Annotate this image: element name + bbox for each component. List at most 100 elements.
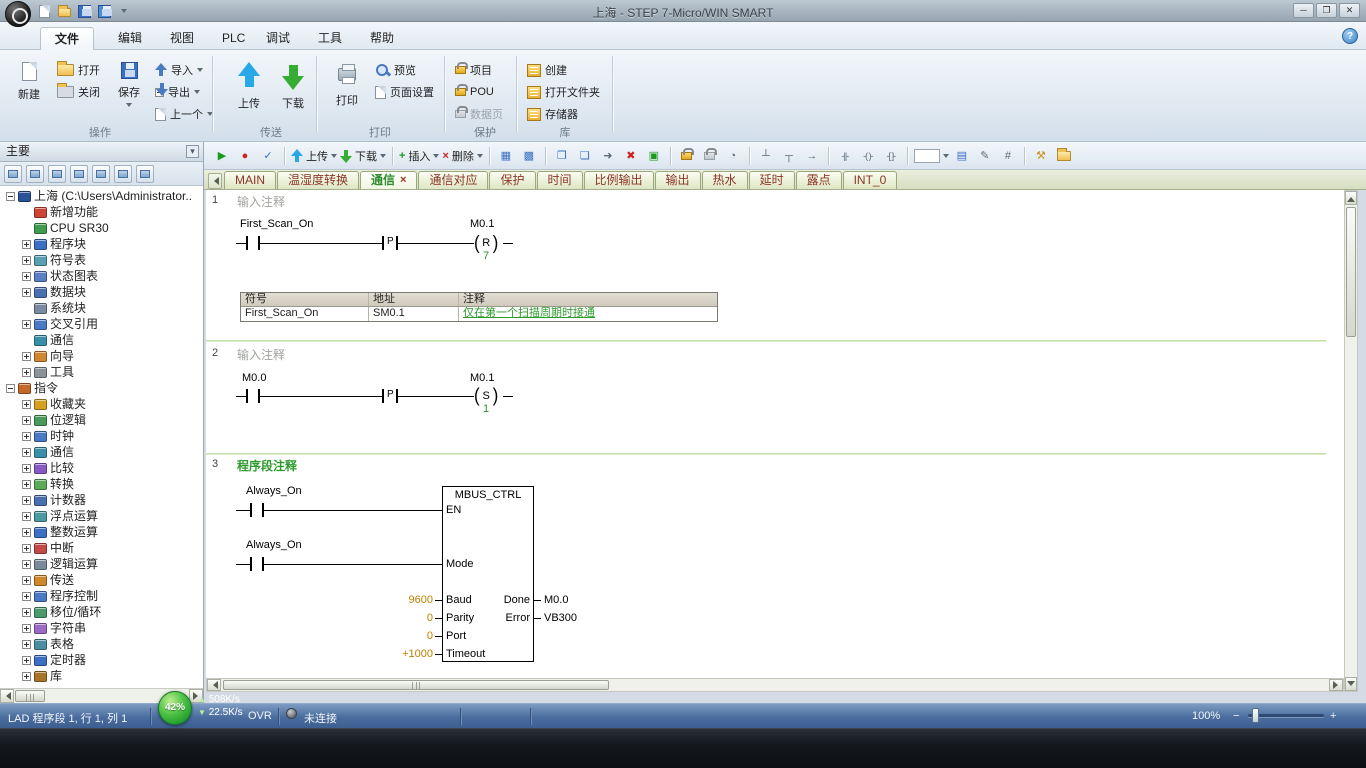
tree-item-data-block[interactable]: 数据块	[0, 284, 203, 300]
tree-item-status-chart[interactable]: 状态图表	[0, 268, 203, 284]
close-project-button[interactable]: 关闭	[54, 82, 103, 102]
expander-icon[interactable]	[22, 240, 31, 249]
expander-icon[interactable]	[22, 256, 31, 265]
stop-icon[interactable]: ●	[235, 146, 255, 166]
library-create-button[interactable]: 创建	[524, 60, 570, 80]
nav-system-icon[interactable]	[92, 165, 110, 183]
protect-project-button[interactable]: 项目	[452, 60, 495, 80]
symbol-info-icon[interactable]: #	[998, 146, 1018, 166]
contact-symbol[interactable]	[246, 389, 248, 403]
doc-tab-time[interactable]: 时间	[537, 171, 583, 189]
doc-tab-comm-mapping[interactable]: 通信对应	[418, 171, 488, 189]
tree-item-convert[interactable]: 转换	[0, 476, 203, 492]
expander-icon[interactable]	[22, 656, 31, 665]
expander-icon[interactable]	[22, 544, 31, 553]
speed-ball-badge[interactable]: 42%	[158, 691, 192, 725]
doc-tab-dew-point[interactable]: 露点	[796, 171, 842, 189]
tab-help[interactable]: 帮助	[356, 27, 408, 50]
contact-symbol[interactable]	[250, 557, 252, 571]
scroll-right-icon[interactable]	[1329, 679, 1343, 691]
expander-icon[interactable]	[22, 496, 31, 505]
tree-item-libraries[interactable]: 库	[0, 668, 203, 684]
doc-tab-int0[interactable]: INT_0	[843, 171, 898, 189]
expander-icon[interactable]	[22, 272, 31, 281]
network-comment[interactable]: 输入注释	[237, 346, 285, 363]
tree-item-comm-instr[interactable]: 通信	[0, 444, 203, 460]
nav-data-icon[interactable]	[70, 165, 88, 183]
protect-pou-button[interactable]: POU	[452, 82, 497, 102]
tree-item-compare[interactable]: 比较	[0, 460, 203, 476]
insert-coil-icon[interactable]: -( )-	[858, 146, 878, 166]
import-button[interactable]: 导入	[152, 60, 206, 80]
zoom-slider-thumb[interactable]	[1252, 708, 1259, 723]
expander-icon[interactable]	[22, 416, 31, 425]
tree-item-integer-math[interactable]: 整数运算	[0, 524, 203, 540]
editor-horizontal-scrollbar[interactable]	[206, 678, 1344, 692]
zoom-out-icon[interactable]: −	[1233, 710, 1239, 722]
insert-button[interactable]: +插入	[399, 146, 439, 166]
scroll-down-icon[interactable]	[1345, 677, 1357, 691]
zoom-slider-track[interactable]	[1248, 714, 1324, 717]
symbol-table-row[interactable]: First_Scan_On SM0.1 仅在第一个扫描周期时接通	[241, 307, 717, 321]
help-icon[interactable]: ?	[1342, 28, 1358, 44]
coil-operand[interactable]: M0.1	[470, 372, 494, 384]
expander-icon[interactable]	[22, 512, 31, 521]
expander-icon[interactable]	[22, 592, 31, 601]
tree-item-favorites[interactable]: 收藏夹	[0, 396, 203, 412]
doc-tab-temp-humidity[interactable]: 温湿度转换	[277, 171, 359, 189]
library-memory-button[interactable]: 存储器	[524, 104, 581, 124]
contact-operand[interactable]: First_Scan_On	[240, 218, 313, 230]
bookmark-icon[interactable]: ▦	[496, 146, 516, 166]
tree-item-timers[interactable]: 定时器	[0, 652, 203, 668]
apply-icon[interactable]: ▣	[644, 146, 664, 166]
p-contact-letter[interactable]: P	[386, 389, 395, 400]
p-contact-letter[interactable]: P	[386, 236, 395, 247]
pin-icon[interactable]: ▾	[186, 145, 199, 158]
doc-tab-communication[interactable]: 通信×	[360, 171, 417, 189]
expander-icon[interactable]	[22, 640, 31, 649]
print-button[interactable]: 打印	[324, 56, 370, 122]
delete-button[interactable]: ×删除	[442, 146, 482, 166]
expander-icon[interactable]	[22, 432, 31, 441]
tree-item-wizard[interactable]: 向导	[0, 348, 203, 364]
nav-program-icon[interactable]	[4, 165, 22, 183]
close-button[interactable]: ✕	[1339, 3, 1360, 18]
network-comment[interactable]: 输入注释	[237, 193, 285, 210]
expander-icon[interactable]	[22, 560, 31, 569]
protect-datapage-button[interactable]: 数据页	[452, 104, 506, 124]
tree-item-project[interactable]: 上海 (C:\Users\Administrator..	[0, 188, 203, 204]
doc-tab-hot-water[interactable]: 热水	[702, 171, 748, 189]
expander-icon[interactable]	[22, 624, 31, 633]
expander-icon[interactable]	[22, 400, 31, 409]
page-setup-button[interactable]: 页面设置	[372, 82, 437, 102]
lock-icon[interactable]	[677, 146, 697, 166]
coil-operand[interactable]: M0.1	[470, 218, 494, 230]
expander-icon[interactable]	[22, 608, 31, 617]
tab-edit[interactable]: 编辑	[104, 27, 156, 50]
minimize-button[interactable]: ─	[1293, 3, 1314, 18]
download-toolbar-button[interactable]: 下载	[340, 146, 386, 166]
doc-tab-output[interactable]: 输出	[655, 171, 701, 189]
compile-icon[interactable]: ✓	[258, 146, 278, 166]
branch-up-icon[interactable]: ┴	[756, 146, 776, 166]
tree-item-communication[interactable]: 通信	[0, 332, 203, 348]
upload-button[interactable]: 上传	[226, 56, 272, 122]
expander-icon[interactable]	[22, 576, 31, 585]
editor-vertical-scrollbar[interactable]	[1344, 190, 1358, 692]
previous-button[interactable]: 上一个	[152, 104, 216, 124]
input-value-timeout[interactable]: +1000	[389, 648, 433, 660]
output-operand-error[interactable]: VB300	[544, 612, 577, 624]
browse-folder-icon[interactable]	[1054, 146, 1074, 166]
branch-down-icon[interactable]: ┬	[779, 146, 799, 166]
coil-count[interactable]: 1	[483, 403, 489, 415]
window-cascade-icon[interactable]: ❐	[552, 146, 572, 166]
ladder-editor[interactable]: 1 输入注释 First_Scan_On P M0.1 (R) 7 符号 地址 …	[206, 190, 1344, 678]
tree-item-table[interactable]: 表格	[0, 636, 203, 652]
table-icon[interactable]: ▤	[952, 146, 972, 166]
expander-icon[interactable]	[22, 288, 31, 297]
scroll-left-icon[interactable]	[207, 679, 221, 691]
expander-icon[interactable]	[6, 192, 15, 201]
p-contact-symbol[interactable]	[382, 389, 384, 403]
contact-operand[interactable]: M0.0	[242, 372, 266, 384]
tab-close-icon[interactable]: ×	[400, 172, 406, 189]
